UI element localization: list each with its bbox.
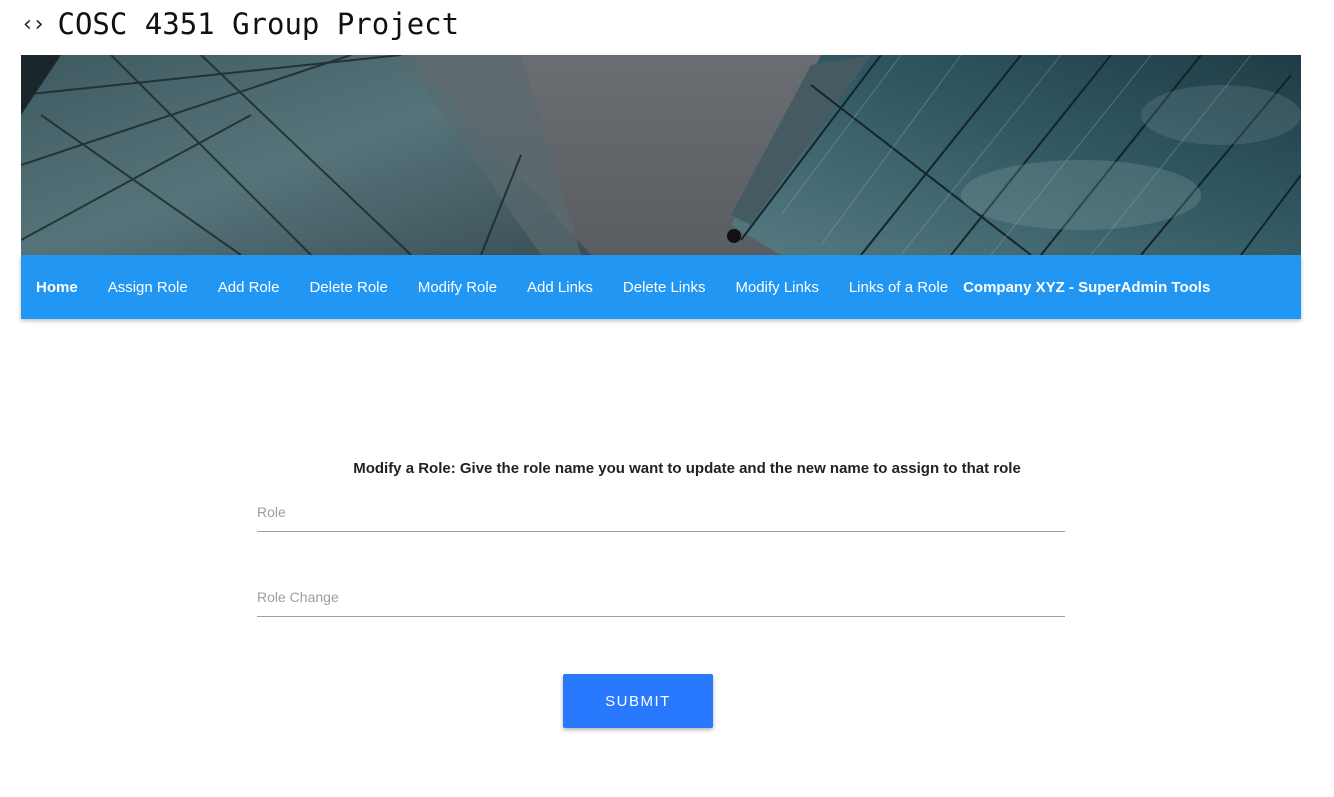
nav-modify-links[interactable]: Modify Links: [735, 279, 818, 296]
nav-links-of-a-role[interactable]: Links of a Role: [849, 279, 948, 296]
app-title: COSC 4351 Group Project: [57, 7, 460, 41]
nav-delete-role[interactable]: Delete Role: [309, 279, 387, 296]
nav-modify-role[interactable]: Modify Role: [418, 279, 497, 296]
modify-role-form: Modify a Role: Give the role name you wa…: [257, 460, 1065, 617]
main-navbar: Home Assign Role Add Role Delete Role Mo…: [21, 255, 1301, 319]
skyscrapers-image: [21, 55, 1301, 255]
nav-add-role[interactable]: Add Role: [218, 279, 280, 296]
role-change-field: [257, 582, 1065, 617]
code-icon: ‹›: [21, 11, 45, 37]
role-field: [257, 497, 1065, 532]
nav-delete-links[interactable]: Delete Links: [623, 279, 706, 296]
hero-banner: [21, 55, 1301, 255]
nav-assign-role[interactable]: Assign Role: [108, 279, 188, 296]
submit-button[interactable]: SUBMIT: [563, 674, 713, 728]
nav-home[interactable]: Home: [36, 279, 78, 296]
role-change-input[interactable]: [257, 582, 1065, 612]
nav-add-links[interactable]: Add Links: [527, 279, 593, 296]
role-input[interactable]: [257, 497, 1065, 527]
form-heading: Modify a Role: Give the role name you wa…: [353, 460, 1021, 477]
brand-logo[interactable]: Company XYZ - SuperAdmin Tools: [963, 279, 1210, 296]
app-header: ‹› COSC 4351 Group Project: [21, 4, 459, 44]
